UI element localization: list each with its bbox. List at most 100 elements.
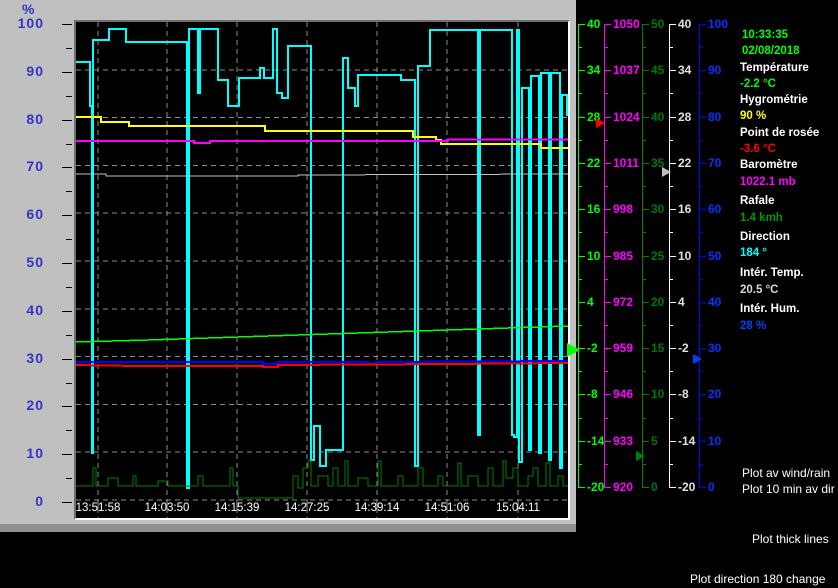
dewpoint-value: -3.6 °C [740,143,776,155]
barometer-axis-tick [604,440,611,442]
barometer-axis-minor-tick [604,371,608,373]
indoor-temp-axis-label: 28 [678,109,692,124]
indoor-temp-axis-label: -8 [678,387,689,402]
trace-dew-point [76,362,568,368]
humidity-axis-label: 10 [708,433,722,448]
indoor-temp-axis-label: 16 [678,202,692,217]
barometer-axis-tick [604,116,611,118]
barometer-axis-label: 998 [613,202,634,217]
wind-speed-axis-minor-tick [642,47,646,49]
barometer-axis-tick [604,301,611,303]
indoor-humidity-marker [693,354,702,364]
barometer-axis-label: 1037 [613,63,640,78]
indoor-temp-label: Intér. Temp. [740,267,804,279]
percent-axis-tick [62,215,72,217]
gust-label: Rafale [740,195,775,207]
wind-speed-axis-tick [642,70,649,72]
plot-direction-180-change[interactable]: Plot direction 180 change [690,572,825,586]
wind-speed-axis-minor-tick [642,278,646,280]
humidity-value: 90 % [740,110,767,122]
wind-speed-axis-label: 5 [651,433,658,448]
outdoor-temp-axis-minor-tick [578,417,582,419]
wind-speed-axis-minor-tick [642,417,646,419]
indoor-temp-axis-tick [669,487,676,488]
outdoor-temp-axis-label: 22 [587,155,601,170]
outdoor-temp-axis-label: 10 [587,248,601,263]
barometer-axis-minor-tick [604,47,608,49]
percent-axis-minor-tick [66,191,72,193]
barometer-axis-label: 985 [613,248,634,263]
barometer-axis-minor-tick [604,93,608,95]
wind-speed-axis-tick [642,487,649,488]
percent-axis-minor-tick [66,478,72,480]
humidity-axis-tick [699,440,706,442]
indoor-temp-axis-minor-tick [669,463,673,465]
wind-speed-axis-label: 50 [651,17,665,31]
clock-date: 02/08/2018 [742,45,800,57]
indoor-temp-axis-minor-tick [669,139,673,141]
indoor-temp-axis-tick [669,24,676,25]
percent-axis-minor-tick [66,334,72,336]
barometer-axis-minor-tick [604,278,608,280]
time-axis-label: 13:51:58 [75,502,121,514]
indoor-temp-axis-tick [669,440,676,442]
indoor-temp-axis-label: -14 [678,433,696,448]
indoor-temp-axis-label: 10 [678,248,692,263]
gust-value: 1.4 kmh [740,212,783,224]
wind-speed-axis-tick [642,162,649,164]
outdoor-temp-axis-minor-tick [578,232,582,234]
indoor-hum-value: 28 % [740,320,767,332]
humidity-axis-label: 30 [708,341,722,356]
percent-axis-tick [62,263,72,264]
outdoor-temp-axis-label: -20 [587,480,605,494]
outdoor-temp-marker [567,343,580,357]
plot-thick-lines[interactable]: Plot thick lines [752,532,829,546]
humidity-axis-minor-tick [699,93,703,95]
humidity-axis-label: 70 [708,155,722,170]
percent-axis-tick [62,310,72,312]
percent-axis-tick [62,406,72,408]
plot-canvas[interactable] [76,22,568,518]
plot-10min-av-dir[interactable]: Plot 10 min av dir [742,482,835,496]
barometer-axis-minor-tick [604,139,608,141]
barometer-axis-tick [604,255,611,257]
percent-axis-minor-tick [66,239,72,241]
percent-axis-label: 90 [26,62,44,79]
time-axis-label: 14:15:39 [214,502,260,514]
weather-display-screen: % 100 90 80 70 60 50 40 30 20 10 0 13:51:58 14:03:5… [0,0,838,588]
percent-axis-label: 20 [26,397,44,414]
outdoor-temp-axis-tick [578,394,585,396]
outdoor-temp-axis-tick [578,487,585,488]
barometer-axis-tick [604,487,611,488]
time-axis-label: 14:51:06 [424,502,470,514]
wind-speed-axis-tick [642,440,649,442]
percent-axis-label: 0 [35,493,44,509]
percent-axis-minor-tick [66,47,72,49]
wind-speed-axis-minor-tick [642,324,646,326]
wind-speed-axis-label: 0 [651,480,658,494]
humidity-axis-minor-tick [699,463,703,465]
humidity-label: Hygrométrie [740,94,808,106]
indoor-temp-axis-label: 40 [678,17,692,31]
outdoor-temp-axis-minor-tick [578,278,582,280]
outdoor-temp-axis-tick [578,162,585,164]
percent-axis-tick [62,454,72,456]
wind-gust-marker [636,451,645,461]
barometer-value: 1022.1 mb [740,176,796,188]
plot-av-wind-rain[interactable]: Plot av wind/rain [742,466,830,480]
barometer-axis-tick [604,70,611,72]
indoor-temp-axis-tick [669,209,676,211]
outdoor-temp-axis-tick [578,70,585,72]
outdoor-temp-axis-tick [578,301,585,303]
barometer-axis-minor-tick [604,186,608,188]
barometer-axis-tick [604,394,611,396]
wind-speed-axis-label: 45 [651,63,665,78]
humidity-axis-label: 50 [708,248,722,263]
time-axis-label: 15:04:11 [496,502,540,514]
percent-axis-label: 100 [17,15,44,31]
percent-axis-minor-tick [66,430,72,432]
percent-axis-label: 40 [26,301,44,318]
outdoor-temp-axis-label: 40 [587,17,601,31]
trace-barometer [76,138,568,144]
wind-speed-axis-label: 30 [651,202,665,217]
